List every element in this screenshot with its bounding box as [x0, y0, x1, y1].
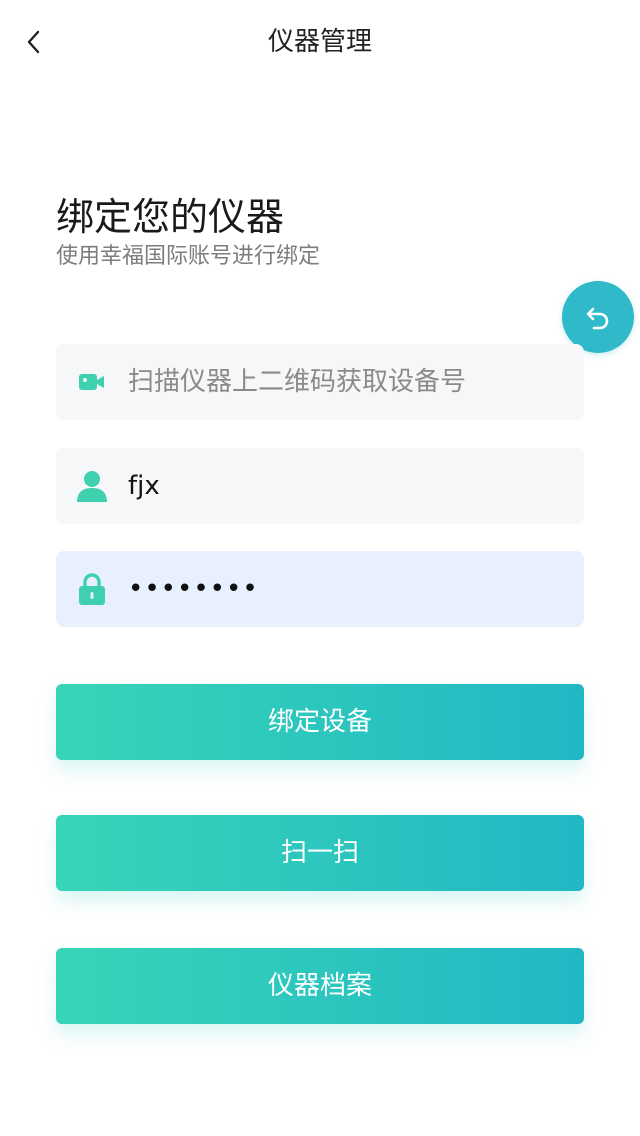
scan-button[interactable]: 扫一扫 — [56, 815, 584, 891]
username-field — [56, 448, 584, 524]
password-field-icon-wrap — [56, 551, 128, 627]
page-title: 仪器管理 — [267, 27, 372, 57]
username-input[interactable] — [128, 456, 568, 516]
user-icon — [77, 471, 107, 502]
lock-icon — [79, 573, 105, 605]
undo-icon — [586, 307, 609, 330]
bind-device-button[interactable]: 绑定设备 — [56, 684, 584, 760]
undo-button[interactable] — [562, 281, 634, 353]
video-camera-icon — [79, 374, 104, 390]
nav-bar: 仪器管理 — [0, 0, 640, 84]
device-number-input[interactable] — [128, 352, 568, 412]
device-number-field — [56, 344, 584, 420]
password-input[interactable] — [128, 559, 568, 619]
bind-heading: 绑定您的仪器 — [56, 195, 285, 239]
device-field-icon-wrap — [56, 344, 128, 420]
username-field-icon-wrap — [56, 448, 128, 524]
password-field — [56, 551, 584, 627]
device-archive-button[interactable]: 仪器档案 — [56, 948, 584, 1024]
bind-subheading: 使用幸福国际账号进行绑定 — [56, 244, 321, 269]
